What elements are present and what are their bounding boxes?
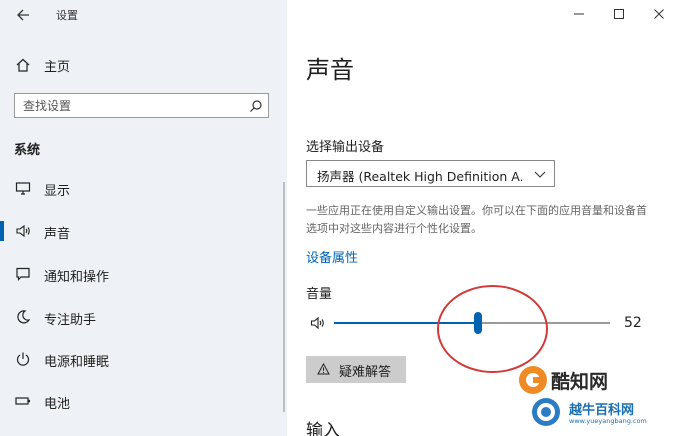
close-icon xyxy=(654,9,664,19)
volume-slider[interactable] xyxy=(334,308,610,338)
back-button[interactable] xyxy=(13,4,35,26)
output-device-dropdown[interactable]: 扬声器 (Realtek High Definition A... xyxy=(306,160,555,187)
window-title: 设置 xyxy=(56,9,78,22)
warning-icon xyxy=(317,363,330,375)
maximize-icon xyxy=(614,9,624,19)
sidebar-item-label: 通知和操作 xyxy=(44,270,110,285)
chevron-down-icon xyxy=(534,171,546,178)
monitor-icon xyxy=(15,182,31,195)
output-device-label: 选择输出设备 xyxy=(306,140,385,155)
troubleshoot-button[interactable]: 疑难解答 xyxy=(306,356,406,383)
sidebar-item-label: 显示 xyxy=(44,184,71,199)
sidebar-item-label: 电池 xyxy=(44,397,71,412)
sidebar-scrollbar[interactable] xyxy=(283,182,285,412)
watermark-subtitle: 越牛百科网 xyxy=(569,403,635,418)
main-panel: 声音 选择输出设备 扬声器 (Realtek High Definition A… xyxy=(287,0,682,436)
watermark-logo xyxy=(519,366,547,394)
sidebar-item-notifications[interactable]: 通知和操作 xyxy=(0,259,287,289)
watermark: 酷知网 越牛百科网 www.yueyangbang.com xyxy=(517,360,682,436)
sidebar-item-label: 声音 xyxy=(44,227,71,242)
output-description: 一些应用正在使用自定义输出设置。你可以在下面的应用音量和设备首选项中对这些内容进… xyxy=(306,204,647,235)
minimize-icon xyxy=(574,13,584,15)
power-icon xyxy=(16,352,30,366)
watermark-title: 酷知网 xyxy=(551,371,609,393)
page-title: 声音 xyxy=(306,56,354,84)
watermark-badge-icon xyxy=(532,398,560,426)
sidebar-item-display[interactable]: 显示 xyxy=(0,173,287,203)
sidebar-item-sound[interactable]: 声音 xyxy=(0,216,287,246)
section-title: 系统 xyxy=(14,143,41,158)
output-device-value: 扬声器 (Realtek High Definition A... xyxy=(317,169,522,184)
home-icon xyxy=(16,58,30,72)
sidebar-item-power-sleep[interactable]: 电源和睡眠 xyxy=(0,344,287,374)
speaker-icon xyxy=(16,224,30,238)
volume-track xyxy=(478,322,610,324)
volume-label: 音量 xyxy=(306,287,333,302)
search-icon[interactable] xyxy=(249,99,263,113)
minimize-button[interactable] xyxy=(568,5,590,23)
sidebar: 设置 主页 系统 显示 声音 通知和操作 xyxy=(0,0,287,436)
volume-icon[interactable] xyxy=(310,315,326,331)
battery-icon xyxy=(15,397,30,405)
search-box xyxy=(14,93,269,118)
sidebar-item-battery[interactable]: 电池 xyxy=(0,386,287,416)
maximize-button[interactable] xyxy=(608,5,630,23)
sidebar-item-home[interactable]: 主页 xyxy=(0,52,287,78)
watermark-url: www.yueyangbang.com xyxy=(569,417,647,425)
sidebar-item-label: 电源和睡眠 xyxy=(44,355,110,370)
volume-track-filled xyxy=(334,322,478,324)
troubleshoot-label: 疑难解答 xyxy=(339,365,392,380)
volume-value: 52 xyxy=(624,315,642,331)
close-button[interactable] xyxy=(648,5,670,23)
arrow-left-icon xyxy=(17,9,29,21)
search-input[interactable] xyxy=(23,97,243,114)
sidebar-item-label: 主页 xyxy=(44,60,71,75)
message-icon xyxy=(16,267,30,281)
volume-slider-thumb[interactable] xyxy=(474,312,482,334)
sidebar-item-focus-assist[interactable]: 专注助手 xyxy=(0,302,287,332)
moon-icon xyxy=(17,310,31,324)
sidebar-item-label: 专注助手 xyxy=(44,313,97,328)
active-indicator xyxy=(0,221,4,241)
input-section-heading: 输入 xyxy=(306,421,340,436)
device-properties-link[interactable]: 设备属性 xyxy=(306,247,358,266)
